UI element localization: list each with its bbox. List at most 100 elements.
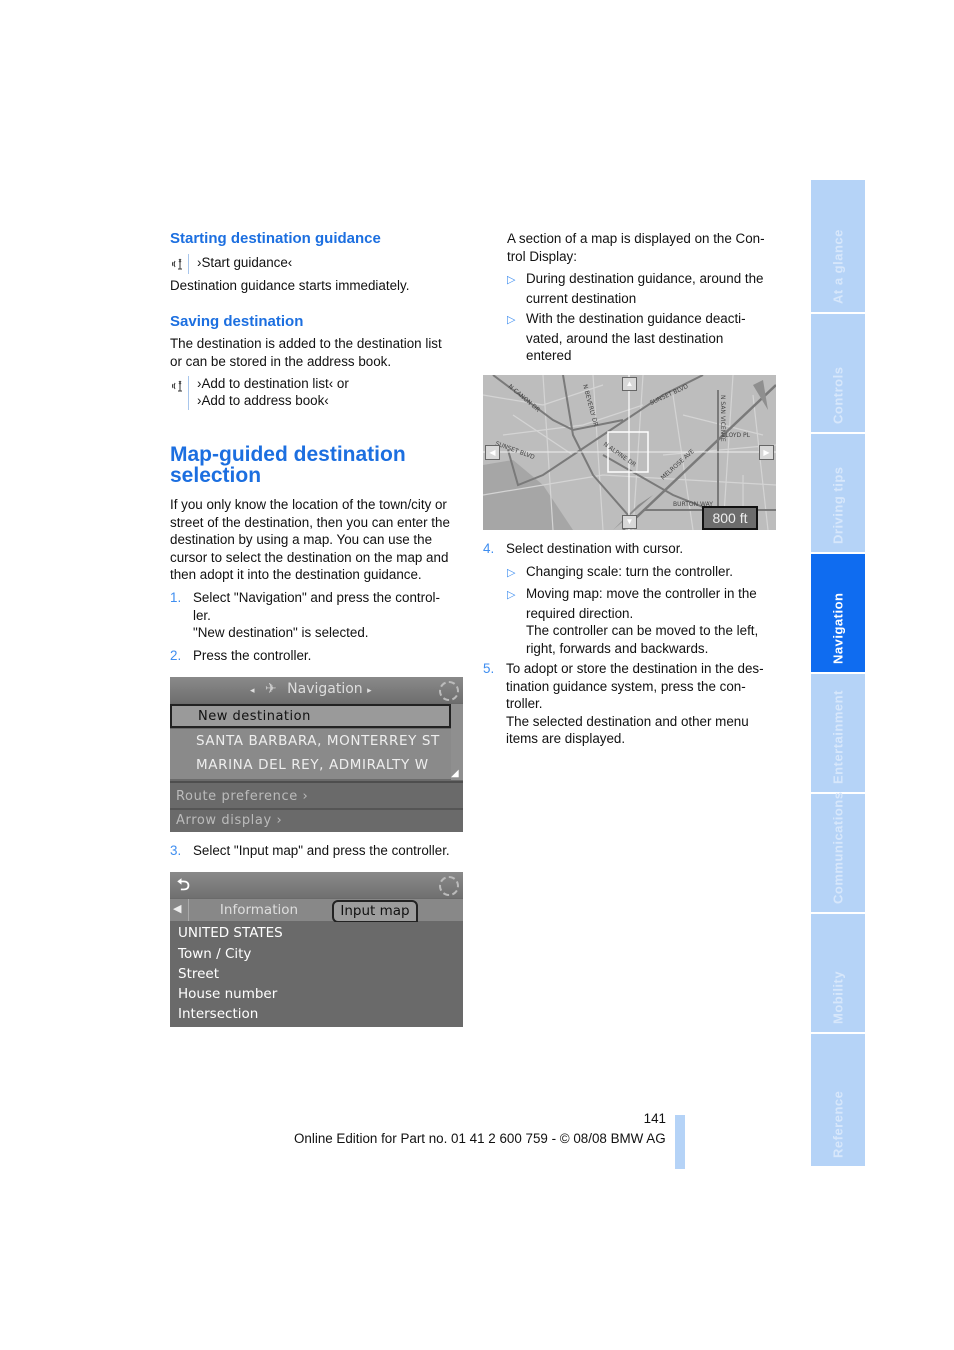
sidebar-tab-label: Reference bbox=[830, 1090, 846, 1158]
voice-command-add-destination-list: ›Add to destination list‹ or bbox=[197, 376, 349, 391]
screen-title-bar: ◂ ✈ Navigation ▸ bbox=[170, 677, 463, 703]
voice-command-add-address-book: ›Add to address book‹ bbox=[197, 393, 329, 408]
bullet-text: With the destination guidance deacti- bbox=[526, 311, 746, 326]
back-icon[interactable]: ⮌ bbox=[177, 874, 190, 901]
list-item-intersection[interactable]: Intersection bbox=[178, 1006, 258, 1022]
bullet-text: entered bbox=[526, 348, 572, 364]
page-marker bbox=[675, 1115, 685, 1169]
list-item-street[interactable]: Street bbox=[178, 966, 219, 982]
sidebar-tab-reference[interactable]: Reference bbox=[811, 1034, 865, 1166]
bullet-triangle-icon: ▷ bbox=[507, 274, 516, 286]
navigation-title-label: Navigation bbox=[287, 681, 363, 697]
step-text: Press the controller. bbox=[193, 648, 312, 663]
bullet-text: vated, around the last destination bbox=[526, 330, 724, 346]
main-heading-line1: Map-guided destination bbox=[170, 443, 406, 466]
sidebar-tab-label: Communications bbox=[830, 791, 846, 904]
bullet-triangle-icon: ▷ bbox=[507, 314, 516, 326]
text-saving-line2: or can be stored in the address book. bbox=[170, 354, 392, 369]
intro-line: If you only know the location of the tow… bbox=[170, 497, 447, 512]
map-pan-down-button[interactable]: ▼ bbox=[622, 515, 637, 529]
bullet-triangle-icon: ▷ bbox=[507, 567, 516, 579]
street-label: N SAN VICENTE bbox=[719, 395, 726, 442]
map-pan-right-button[interactable]: ▶ bbox=[759, 445, 774, 460]
tab-input-map[interactable]: Input map bbox=[332, 900, 418, 923]
tab-information[interactable]: Information bbox=[188, 899, 329, 921]
step-number: 5. bbox=[483, 661, 495, 676]
step-1: 1. Select "Navigation" and press the cont… bbox=[170, 589, 440, 642]
menu-item-arrow-display[interactable]: Arrow display › bbox=[170, 810, 463, 832]
list-item-town-city[interactable]: Town / City bbox=[178, 946, 251, 962]
tab-scroll-left-icon[interactable]: ◀ bbox=[173, 902, 181, 915]
screen-title-bar: ⮌ bbox=[170, 872, 463, 898]
intro-line: trol Display: bbox=[507, 248, 577, 264]
sidebar-tab-communications[interactable]: Communications bbox=[811, 791, 865, 912]
map-pan-up-button[interactable]: ▲ bbox=[622, 377, 637, 391]
scrollbar[interactable]: ◢ bbox=[451, 704, 463, 780]
arrow-left-icon: ◂ bbox=[250, 686, 255, 696]
sidebar-tab-controls[interactable]: Controls bbox=[811, 314, 865, 432]
step-3: 3. Select "Input map" and press the contr… bbox=[170, 842, 450, 860]
page-number: 141 bbox=[643, 1111, 666, 1126]
controller-icon bbox=[439, 681, 459, 701]
list-item-house-number[interactable]: House number bbox=[178, 986, 277, 1002]
intro-line: A section of a map is displayed on the C… bbox=[507, 231, 765, 246]
voice-command-icon bbox=[170, 376, 189, 410]
step-text: The selected destination and other menu bbox=[506, 713, 749, 729]
bullet-text: Changing scale: turn the controller. bbox=[526, 564, 733, 579]
intro-line: then adopt it into the destination guida… bbox=[170, 567, 422, 583]
step-text: "New destination" is selected. bbox=[193, 625, 369, 641]
list-item-country[interactable]: UNITED STATES bbox=[178, 925, 283, 941]
text-saving-line1: The destination is added to the destinat… bbox=[170, 336, 442, 351]
sidebar-tab-label: Driving tips bbox=[830, 466, 846, 544]
sidebar-tab-navigation[interactable]: Navigation bbox=[811, 554, 865, 672]
step-2: 2. Press the controller. bbox=[170, 647, 311, 665]
bullet-text: required direction. bbox=[526, 605, 634, 621]
step-text: ler. bbox=[193, 607, 211, 623]
sidebar-tab-mobility[interactable]: Mobility bbox=[811, 914, 865, 1032]
sidebar-tab-label: Navigation bbox=[830, 592, 846, 664]
bullet-changing-scale: ▷ Changing scale: turn the controller. bbox=[507, 563, 733, 583]
intro-line: cursor to select the destination on the … bbox=[170, 549, 449, 565]
map-scale-label: 800 ft bbox=[702, 506, 758, 530]
controller-icon bbox=[439, 876, 459, 896]
bullet-triangle-icon: ▷ bbox=[507, 589, 516, 601]
intro-line: street of the destination, then you can … bbox=[170, 514, 450, 530]
text-guidance-starts: Destination guidance starts immediately. bbox=[170, 278, 410, 293]
scroll-down-icon: ◢ bbox=[451, 768, 459, 779]
intro-line: destination by using a map. You can use … bbox=[170, 532, 433, 548]
tab-bar: ◀ Information Input map bbox=[170, 899, 463, 923]
street-label: N BEVERLY DR bbox=[581, 384, 599, 428]
destination-input-list: UNITED STATES Town / City Street House n… bbox=[170, 922, 463, 1027]
voice-command-icon bbox=[170, 254, 189, 274]
sidebar-tab-label: Mobility bbox=[830, 970, 846, 1024]
street-label: SUNSET BLVD bbox=[494, 440, 536, 461]
map-pan-left-button[interactable]: ◀ bbox=[485, 445, 500, 460]
sidebar-tab-entertainment[interactable]: Entertainment bbox=[811, 674, 865, 792]
step-text: To adopt or store the destination in the… bbox=[506, 661, 764, 676]
bullet-text: Moving map: move the controller in the bbox=[526, 586, 757, 601]
map-intro: A section of a map is displayed on the C… bbox=[507, 230, 765, 265]
recent-destination-item[interactable]: SANTA BARBARA, MONTERREY ST bbox=[196, 733, 440, 749]
sidebar-tab-driving-tips[interactable]: Driving tips bbox=[811, 434, 865, 552]
street-label: SUNSET BLVD bbox=[649, 383, 690, 407]
intro-paragraph: If you only know the location of the tow… bbox=[170, 496, 470, 584]
step-4: 4. Select destination with cursor. bbox=[483, 540, 683, 558]
main-heading-line2: selection bbox=[170, 464, 262, 487]
step-number: 3. bbox=[170, 843, 182, 858]
menu-item-label: New destination bbox=[198, 709, 311, 724]
heading-saving-destination: Saving destination bbox=[170, 313, 304, 330]
sidebar-tab-at-a-glance[interactable]: At a glance bbox=[811, 180, 865, 312]
street-label: N CANON DR bbox=[507, 383, 541, 413]
sidebar-tab-label: Controls bbox=[830, 366, 846, 424]
recent-destination-item[interactable]: MARINA DEL REY, ADMIRALTY W bbox=[196, 757, 429, 773]
sidebar-tab-label: Entertainment bbox=[830, 690, 846, 784]
menu-item-route-preference[interactable]: Route preference › bbox=[170, 785, 463, 807]
nav-title: ◂ ✈ Navigation ▸ bbox=[250, 681, 372, 697]
destination-input-screen: ⮌ ◀ Information Input map UNITED STATES … bbox=[170, 872, 463, 1027]
map-view[interactable]: N CANON DR N BEVERLY DR SUNSET BLVD SUNS… bbox=[483, 375, 776, 530]
voice-command-start-guidance: ›Start guidance‹ bbox=[197, 255, 293, 270]
menu-item-new-destination[interactable]: New destination bbox=[170, 704, 451, 728]
step-text: Select "Input map" and press the control… bbox=[193, 843, 450, 858]
divider bbox=[170, 781, 463, 783]
step-number: 2. bbox=[170, 648, 182, 663]
